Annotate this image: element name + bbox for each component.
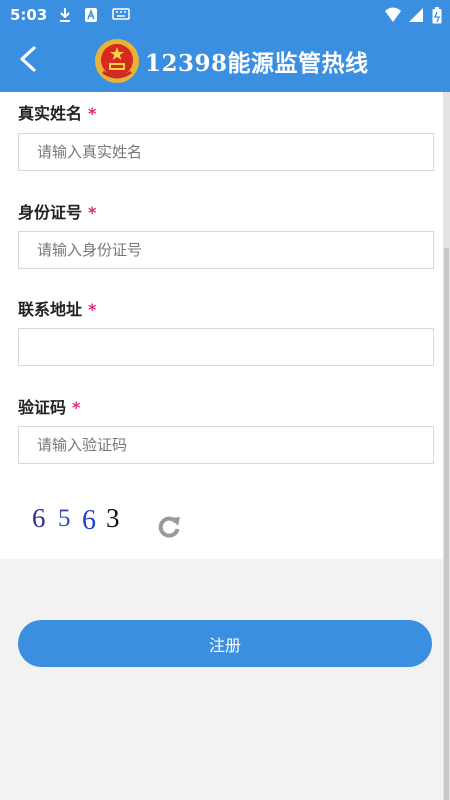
captcha-image[interactable]: 6 5 6 3 [30,495,130,536]
id-label-text: 身份证号 [18,203,83,222]
refresh-captcha-button[interactable] [156,514,182,540]
battery-icon [432,7,442,28]
app-header: 12398能源监管热线 [0,30,450,92]
app-notification-icon [84,7,98,27]
address-input[interactable] [18,328,434,366]
refresh-icon [156,516,182,544]
back-button[interactable] [10,42,46,80]
download-icon [58,7,72,27]
id-number-input[interactable] [18,231,434,269]
signal-icon [408,7,424,27]
captcha-digit: 3 [106,503,120,533]
app-title: 12398能源监管热线 [145,50,369,77]
keyboard-icon [112,7,130,25]
wifi-icon [384,7,402,27]
captcha-digits: 6 5 6 3 [32,503,120,536]
name-label: 真实姓名 * [18,100,96,124]
back-arrow-icon [18,46,38,76]
register-button[interactable]: 注册 [18,620,432,667]
captcha-digit: 6 [32,503,46,533]
real-name-input[interactable] [18,133,434,171]
captcha-input[interactable] [18,426,434,464]
captcha-label-text: 验证码 [18,398,67,417]
name-label-text: 真实姓名 [18,104,83,123]
captcha-label: 验证码 * [18,394,80,418]
required-asterisk: * [88,104,97,123]
required-asterisk: * [88,203,97,222]
captcha-digit: 5 [58,505,71,532]
captcha-digit: 6 [82,505,96,535]
id-label: 身份证号 * [18,199,96,223]
address-label-text: 联系地址 [18,300,83,319]
required-asterisk: * [88,300,97,319]
national-emblem-icon [94,38,140,84]
address-label: 联系地址 * [18,296,96,320]
status-time: 5:03 [10,6,48,24]
required-asterisk: * [72,398,81,417]
status-bar: 5:03 [0,0,450,30]
scrollbar-thumb[interactable] [444,248,449,800]
